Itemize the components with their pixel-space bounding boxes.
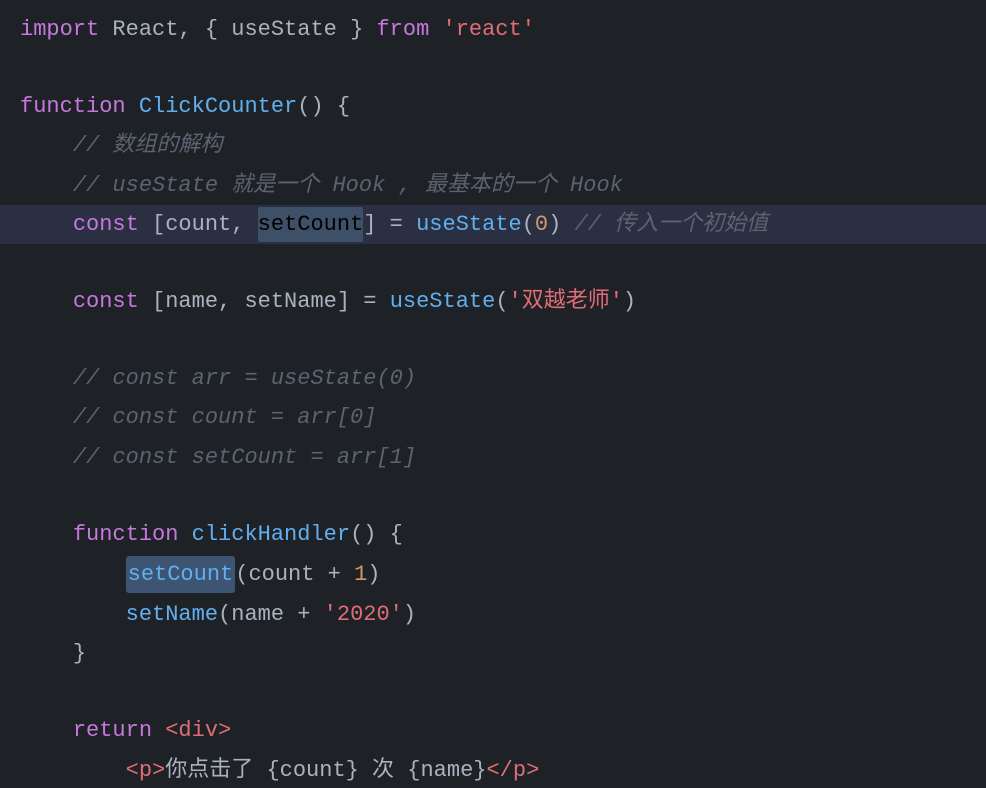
- tag-p-close: </p>: [486, 753, 539, 788]
- plain-21: ): [403, 597, 416, 632]
- code-line-4: // 数组的解构: [0, 126, 986, 165]
- code-line-14: function clickHandler () {: [0, 515, 986, 554]
- code-line-20: <p> 你点击了 {count} 次 {name} </p>: [0, 751, 986, 788]
- code-editor: import React, { useState } from 'react' …: [0, 0, 986, 788]
- plain-16: [178, 517, 191, 552]
- indent-10: [20, 361, 73, 396]
- plain-2: }: [337, 12, 377, 47]
- keyword-from: from: [376, 12, 429, 47]
- code-line-15: setCount (count + 1 ): [0, 554, 986, 595]
- indent-15: [20, 557, 126, 592]
- code-line-18: [0, 673, 986, 711]
- keyword-function-2: function: [73, 517, 179, 552]
- plain-7: ,: [231, 207, 257, 242]
- plain-4: [126, 89, 139, 124]
- code-line-9: [0, 321, 986, 359]
- jsx-text-1: 你点击了: [165, 753, 266, 788]
- identifier-setname: setName: [244, 284, 336, 319]
- indent-20: [20, 753, 126, 788]
- plain-20: (name +: [218, 597, 324, 632]
- fn-clickcounter: ClickCounter: [139, 89, 297, 124]
- plain-10: ): [548, 207, 574, 242]
- identifier-name: name: [165, 284, 218, 319]
- string-react: 'react': [443, 12, 535, 47]
- indent-4: [20, 128, 73, 163]
- plain-6: [: [139, 207, 165, 242]
- indent-17: [20, 636, 73, 671]
- keyword-function: function: [20, 89, 126, 124]
- comment-usestate-hook: // useState 就是一个 Hook , 最基本的一个 Hook: [73, 168, 623, 203]
- comment-array-destructure: // 数组的解构: [73, 128, 223, 163]
- identifier-usestate-import: useState: [231, 12, 337, 47]
- comment-initial-value: // 传入一个初始值: [575, 207, 769, 242]
- identifier-setcount-highlighted: setCount: [126, 556, 236, 593]
- string-2020: '2020': [324, 597, 403, 632]
- plain-22: [152, 713, 165, 748]
- plain-11: [: [139, 284, 165, 319]
- plain-15: ): [623, 284, 636, 319]
- comment-arr-usestate: // const arr = useState(0): [73, 361, 416, 396]
- code-line-11: // const count = arr[0]: [0, 398, 986, 437]
- jsx-expr-count: {count}: [266, 753, 358, 788]
- fn-usestate-2: useState: [390, 284, 496, 319]
- jsx-expr-name: {name}: [407, 753, 486, 788]
- code-line-3: function ClickCounter () {: [0, 87, 986, 126]
- code-line-7: [0, 244, 986, 282]
- number-1: 1: [354, 557, 367, 592]
- keyword-return: return: [73, 713, 152, 748]
- code-line-8: const [ name , setName ] = useState ( '双…: [0, 282, 986, 321]
- tag-div-open: <div>: [165, 713, 231, 748]
- code-line-10: // const arr = useState(0): [0, 359, 986, 398]
- code-line-2: [0, 49, 986, 87]
- keyword-const-1: const: [73, 207, 139, 242]
- plain-18: (count +: [235, 557, 354, 592]
- indent-8: [20, 284, 73, 319]
- code-line-12: // const setCount = arr[1]: [0, 438, 986, 477]
- number-0: 0: [535, 207, 548, 242]
- indent-14: [20, 517, 73, 552]
- indent-11: [20, 400, 73, 435]
- comment-setcount-arr1: // const setCount = arr[1]: [73, 440, 416, 475]
- plain-5: () {: [297, 89, 350, 124]
- plain-19: ): [367, 557, 380, 592]
- closing-brace-inner: }: [73, 636, 86, 671]
- fn-setname-call: setName: [126, 597, 218, 632]
- plain-13: ] =: [337, 284, 390, 319]
- jsx-text-2: 次: [359, 753, 407, 788]
- plain-3: [429, 12, 442, 47]
- code-line-17: }: [0, 634, 986, 673]
- identifier-setcount-selected: setCount: [258, 207, 364, 242]
- plain-12: ,: [218, 284, 244, 319]
- indent-16: [20, 597, 126, 632]
- comment-count-arr0: // const count = arr[0]: [73, 400, 377, 435]
- code-line-13: [0, 477, 986, 515]
- string-teacher: '双越老师': [509, 284, 623, 319]
- code-line-19: return <div>: [0, 711, 986, 750]
- indent-5: [20, 168, 73, 203]
- tag-p-open: <p>: [126, 753, 166, 788]
- fn-clickhandler: clickHandler: [192, 517, 350, 552]
- indent-19: [20, 713, 73, 748]
- keyword-import: import: [20, 12, 99, 47]
- indent-12: [20, 440, 73, 475]
- plain-8: ] =: [363, 207, 416, 242]
- code-line-16: setName (name + '2020' ): [0, 595, 986, 634]
- code-line-6: const [ count , setCount ] = useState ( …: [0, 205, 986, 244]
- plain-1: React, {: [99, 12, 231, 47]
- plain-14: (: [495, 284, 508, 319]
- keyword-const-2: const: [73, 284, 139, 319]
- plain-9: (: [522, 207, 535, 242]
- indent-6: [20, 207, 73, 242]
- fn-usestate-1: useState: [416, 207, 522, 242]
- identifier-count: count: [165, 207, 231, 242]
- code-line-5: // useState 就是一个 Hook , 最基本的一个 Hook: [0, 166, 986, 205]
- plain-17: () {: [350, 517, 403, 552]
- code-line-1: import React, { useState } from 'react': [0, 10, 986, 49]
